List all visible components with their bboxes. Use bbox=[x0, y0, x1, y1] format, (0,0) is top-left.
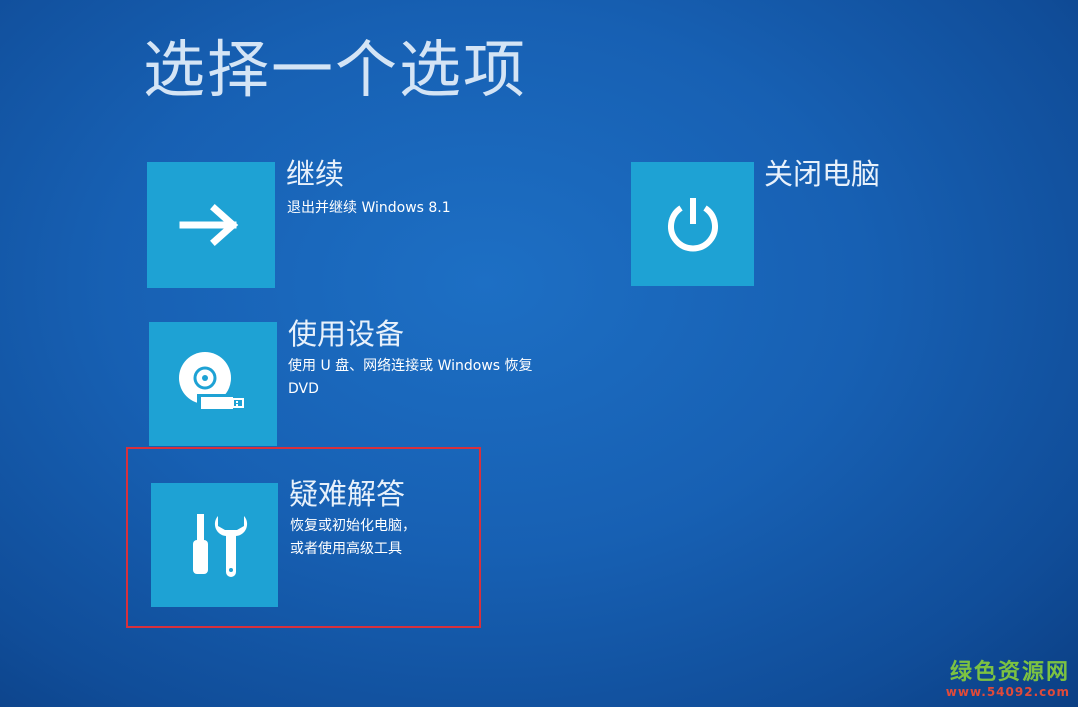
arrow-right-icon bbox=[179, 204, 239, 246]
watermark-name: 绿色资源网 bbox=[949, 660, 1070, 685]
shutdown-tile[interactable] bbox=[631, 162, 754, 286]
continue-description: 退出并继续 Windows 8.1 bbox=[287, 200, 451, 216]
watermark: 绿色资源网 www.54092.com bbox=[920, 661, 1070, 701]
page-title: 选择一个选项 bbox=[143, 33, 528, 106]
highlight-box bbox=[126, 447, 481, 628]
use-device-description-line1: 使用 U 盘、网络连接或 Windows 恢复 bbox=[288, 358, 533, 374]
power-icon bbox=[667, 198, 718, 252]
disc-usb-icon bbox=[179, 352, 244, 410]
use-device-tile[interactable] bbox=[149, 322, 277, 446]
use-device-description-line2: DVD bbox=[288, 381, 319, 397]
continue-tile[interactable] bbox=[147, 162, 275, 288]
continue-title[interactable]: 继续 bbox=[286, 156, 344, 192]
use-device-title[interactable]: 使用设备 bbox=[288, 316, 404, 352]
watermark-url: www.54092.com bbox=[945, 685, 1070, 699]
shutdown-title[interactable]: 关闭电脑 bbox=[764, 156, 880, 192]
